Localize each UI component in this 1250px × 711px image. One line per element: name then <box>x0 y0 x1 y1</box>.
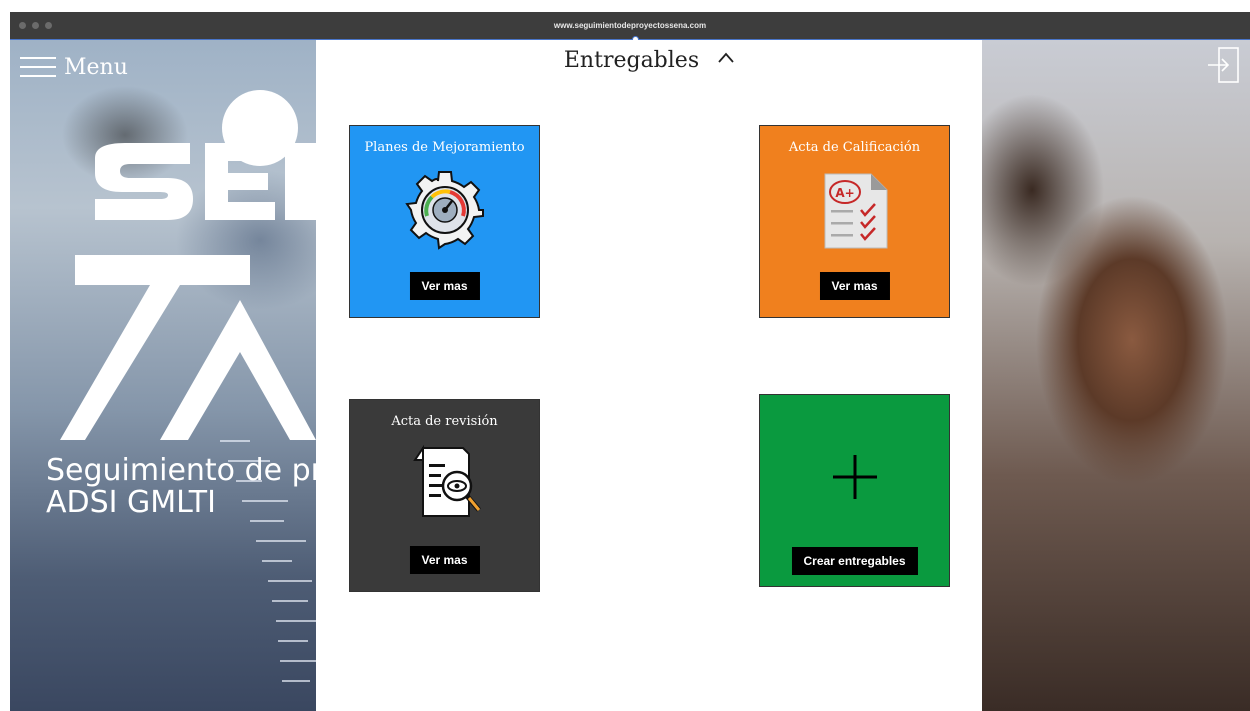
hero-heading-line2: ADSI GMLTI <box>46 485 216 519</box>
chevron-up-icon[interactable] <box>718 50 734 66</box>
card-title: Acta de Calificación <box>788 140 921 155</box>
card-title: Acta de revisión <box>391 414 498 429</box>
entregables-panel: Entregables Planes de Mejoramiento Ver m… <box>316 40 982 711</box>
address-bar[interactable]: www.seguimientodeproyectossena.com <box>10 12 1250 40</box>
menu-button[interactable]: Menu <box>20 52 150 82</box>
hamburger-icon <box>20 56 56 78</box>
card-crear-entregables: Crear entregables <box>759 394 950 587</box>
ver-mas-button[interactable]: Ver mas <box>409 272 480 300</box>
browser-window: www.seguimientodeproyectossena.com Menu <box>10 12 1250 711</box>
ver-mas-button[interactable]: Ver mas <box>409 546 480 574</box>
panel-title: Entregables <box>563 48 700 73</box>
plus-icon[interactable] <box>815 439 895 519</box>
card-planes-de-mejoramiento: Planes de Mejoramiento Ver mas <box>349 125 540 318</box>
card-title: Planes de Mejoramiento <box>364 140 525 155</box>
document-review-icon <box>412 444 481 517</box>
graded-document-icon: A+ <box>824 173 887 249</box>
menu-label: Menu <box>64 54 128 80</box>
gear-gauge-icon <box>404 171 484 250</box>
logout-icon[interactable] <box>1206 46 1240 84</box>
hero-section: Menu Seguimiento de proyectos ADSI GM <box>10 40 316 711</box>
svg-text:A+: A+ <box>835 186 854 200</box>
ver-mas-button[interactable]: Ver mas <box>819 272 890 300</box>
card-acta-de-calificacion: Acta de Calificación A+ Ver mas <box>759 125 950 318</box>
page-content: Menu Seguimiento de proyectos ADSI GM <box>10 40 1250 711</box>
hero-heading-line1: Seguimiento de proyectos <box>46 455 316 488</box>
hero-heading: Seguimiento de proyectos ADSI GMLTI <box>46 455 316 519</box>
crear-entregables-button[interactable]: Crear entregables <box>791 547 918 575</box>
browser-titlebar: www.seguimientodeproyectossena.com <box>10 12 1250 43</box>
panel-header[interactable]: Entregables <box>316 48 982 73</box>
people-background-photo <box>982 40 1250 711</box>
card-acta-de-revision: Acta de revisión Ver mas <box>349 399 540 592</box>
